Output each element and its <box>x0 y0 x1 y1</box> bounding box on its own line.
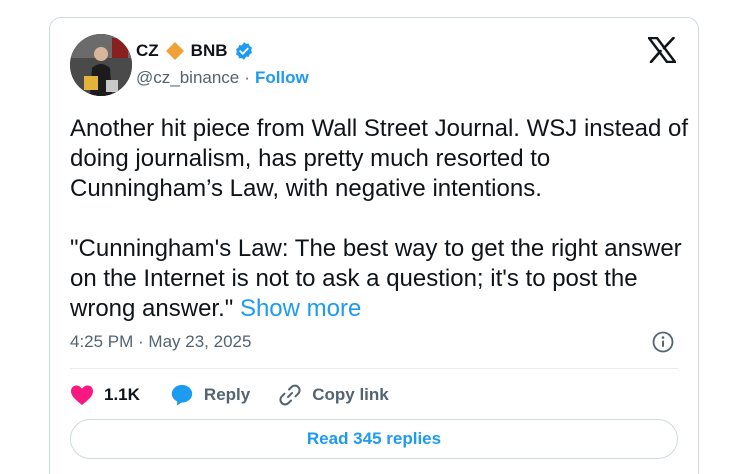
copy-link-button[interactable]: Copy link <box>278 383 389 407</box>
separator-dot: · <box>244 68 250 87</box>
heart-icon <box>71 385 93 405</box>
tweet-timestamp[interactable]: 4:25 PM · May 23, 2025 <box>70 332 251 352</box>
reply-bubble-icon <box>171 385 193 406</box>
reply-label: Reply <box>203 385 251 404</box>
author-name-suffix: BNB <box>190 41 228 60</box>
copy-link-label: Copy link <box>312 385 389 404</box>
reply-button[interactable]: Reply <box>170 383 250 407</box>
tweet-card: CZ BNB @cz_binance · Follow Another hit … <box>49 17 699 474</box>
like-button[interactable]: 1.1K <box>70 384 140 406</box>
author-name-row[interactable]: CZ BNB <box>136 40 254 62</box>
info-icon[interactable] <box>652 331 674 353</box>
verified-badge-icon <box>235 42 252 60</box>
divider <box>70 368 678 369</box>
bnb-diamond-icon <box>165 42 184 60</box>
link-icon <box>279 384 301 406</box>
likes-count: 1.1K <box>104 385 140 404</box>
author-handle-row: @cz_binance · Follow <box>136 68 309 88</box>
author-name: CZ <box>136 41 159 60</box>
avatar-image <box>70 34 132 96</box>
show-more-link[interactable]: Show more <box>240 295 361 322</box>
author-handle[interactable]: @cz_binance <box>136 68 239 88</box>
action-bar: 1.1K Reply Copy link <box>70 380 389 410</box>
tweet-text: Another hit piece from Wall Street Journ… <box>70 115 689 322</box>
tweet-body: Another hit piece from Wall Street Journ… <box>70 114 690 324</box>
follow-button[interactable]: Follow <box>255 68 309 88</box>
avatar[interactable] <box>70 34 132 96</box>
x-logo-icon[interactable] <box>648 37 676 63</box>
read-replies-button[interactable]: Read 345 replies <box>70 419 678 459</box>
